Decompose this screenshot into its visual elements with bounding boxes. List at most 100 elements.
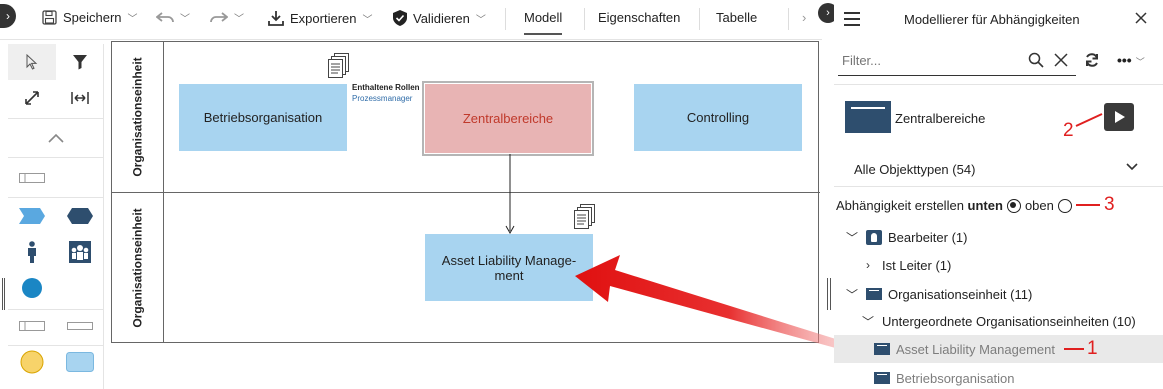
org-unit-icon <box>874 343 890 355</box>
tree-item-label: Ist Leiter (1) <box>882 257 952 273</box>
export-label: Exportieren <box>290 10 357 26</box>
filter-input[interactable] <box>838 46 1018 74</box>
annotation-line <box>1075 113 1103 127</box>
tab-table[interactable]: Tabelle <box>716 10 757 25</box>
role-name[interactable]: Prozessmanager <box>352 94 412 103</box>
roles-heading: Enthaltene Rollen <box>352 83 420 92</box>
annotation-2: 2 <box>1063 120 1074 141</box>
annotation-3: 3 <box>1104 194 1115 215</box>
node-controlling[interactable]: Controlling <box>634 84 802 151</box>
lane-label: Organisationseinheit <box>130 207 145 328</box>
documents-icon[interactable] <box>328 53 350 79</box>
close-icon[interactable] <box>1135 12 1147 24</box>
refresh-icon[interactable] <box>1084 52 1100 68</box>
group-shape-icon[interactable] <box>56 234 104 270</box>
more-tabs-icon[interactable]: › <box>802 10 806 25</box>
undo-icon <box>156 11 174 22</box>
panel-resize-grip[interactable] <box>827 278 831 310</box>
annotation-line <box>1064 348 1084 350</box>
tree-item-label: Bearbeiter (1) <box>888 229 968 245</box>
tree-item-label: Betriebsorganisation <box>896 370 1015 386</box>
tree-item-betriebsorganisation[interactable]: Betriebsorganisation <box>834 364 1163 389</box>
yellow-circle-icon[interactable] <box>8 344 56 380</box>
dependency-bottom-label: unten <box>967 198 1003 213</box>
annotation-line <box>1076 204 1100 206</box>
chevron-down-icon: ﹀ <box>475 14 486 26</box>
tree-item-bearbeiter[interactable]: ﹀ Bearbeiter (1) <box>834 223 1163 251</box>
tree-item-label: Asset Liability Management <box>896 341 1055 357</box>
node-betriebsorganisation[interactable]: Betriebsorganisation <box>179 84 347 151</box>
app-root: › Speichern ﹀ ﹀ ﹀ Exportieren ﹀ Validier… <box>0 0 1163 389</box>
chevron-right-icon[interactable]: › <box>860 258 876 272</box>
clear-icon[interactable] <box>1054 53 1068 67</box>
radio-bottom[interactable] <box>1006 198 1021 213</box>
undo-button[interactable]: ﹀ <box>156 10 190 25</box>
save-label: Speichern <box>63 10 122 25</box>
tree-item-asset-liability[interactable]: Asset Liability Management <box>834 335 1163 363</box>
event-shape-icon[interactable] <box>8 198 56 234</box>
tree-item-organisationseinheit[interactable]: ﹀ Organisationseinheit (11) <box>834 280 1163 308</box>
collapse-up-icon[interactable] <box>8 120 104 156</box>
pointer-icon[interactable] <box>8 44 56 80</box>
circle-shape-icon[interactable] <box>8 270 56 306</box>
chevron-down-icon[interactable]: ﹀ <box>860 313 876 330</box>
selected-object-label: Zentralbereiche <box>895 111 986 126</box>
toolbar: › Speichern ﹀ ﹀ ﹀ Exportieren ﹀ Validier… <box>0 0 822 40</box>
filter-box <box>838 46 1076 76</box>
node-zentralbereiche[interactable]: Zentralbereiche <box>422 81 594 156</box>
lane-label: Organisationseinheit <box>130 57 145 177</box>
person-shape-icon[interactable] <box>8 234 56 270</box>
process-shape-icon[interactable] <box>56 198 104 234</box>
org-unit-icon <box>874 372 890 384</box>
validate-label: Validieren <box>413 10 470 26</box>
chevron-down-icon[interactable] <box>1126 163 1138 171</box>
validate-button[interactable]: Validieren ﹀ <box>393 10 486 26</box>
lane-title: Organisationseinheit <box>112 193 164 342</box>
tree-item-untergeordnete[interactable]: ﹀ Untergeordnete Organisationseinheiten … <box>834 307 1163 335</box>
tree-item-ist-leiter[interactable]: › Ist Leiter (1) <box>834 251 1163 279</box>
save-button[interactable]: Speichern ﹀ <box>42 10 138 25</box>
chevron-down-icon: ﹀ <box>127 14 138 25</box>
lane-shape-icon[interactable] <box>8 160 56 196</box>
org-unit-icon <box>845 101 891 133</box>
dependency-label: Abhängigkeit erstellen <box>836 198 964 213</box>
search-icon[interactable] <box>1028 52 1044 68</box>
chevron-down-icon[interactable]: ﹀ <box>844 229 860 246</box>
chevron-down-icon: ﹀ <box>180 14 190 25</box>
redo-icon <box>210 11 228 22</box>
more-options-icon[interactable]: ••• ﹀ <box>1117 52 1145 68</box>
org-unit-icon <box>866 288 882 300</box>
menu-icon[interactable] <box>844 12 860 26</box>
object-type-select[interactable]: Alle Objekttypen (54) <box>854 162 975 177</box>
chevron-down-icon: ﹀ <box>234 14 244 25</box>
documents-icon[interactable] <box>574 204 596 230</box>
lane-outline-icon[interactable] <box>8 308 56 344</box>
connector-arrow[interactable] <box>504 154 516 234</box>
collapse-left-icon[interactable]: › <box>0 4 16 28</box>
tab-properties[interactable]: Eigenschaften <box>598 10 680 25</box>
shield-check-icon <box>393 10 407 26</box>
tree-item-label: Organisationseinheit (11) <box>888 286 1033 302</box>
export-button[interactable]: Exportieren ﹀ <box>268 10 372 26</box>
bar-shape-icon[interactable] <box>56 308 104 344</box>
dependency-panel: Modellierer für Abhängigkeiten •••﹀ Zent… <box>834 0 1163 389</box>
lane-title: Organisationseinheit <box>112 42 164 192</box>
chevron-down-icon[interactable]: ﹀ <box>844 286 860 303</box>
rounded-box-icon[interactable] <box>56 344 104 380</box>
panel-title: Modellierer für Abhängigkeiten <box>904 12 1080 27</box>
radio-top[interactable] <box>1057 198 1072 213</box>
redo-button[interactable]: ﹀ <box>210 10 244 25</box>
person-icon <box>866 229 882 245</box>
tab-model[interactable]: Modell <box>524 10 563 35</box>
chevron-down-icon: ﹀ <box>362 14 373 26</box>
annotation-pointer-arrow <box>575 255 855 352</box>
resize-icon[interactable] <box>8 80 56 116</box>
play-icon[interactable] <box>1104 103 1134 131</box>
shape-palette <box>8 44 104 389</box>
left-resize-grip[interactable] <box>2 278 5 310</box>
fit-width-icon[interactable] <box>56 80 104 116</box>
dependency-top-label: oben <box>1024 198 1054 213</box>
filter-icon[interactable] <box>56 44 104 80</box>
dependency-direction: Abhängigkeit erstellen unten oben <box>836 198 1076 213</box>
save-icon <box>42 10 57 25</box>
